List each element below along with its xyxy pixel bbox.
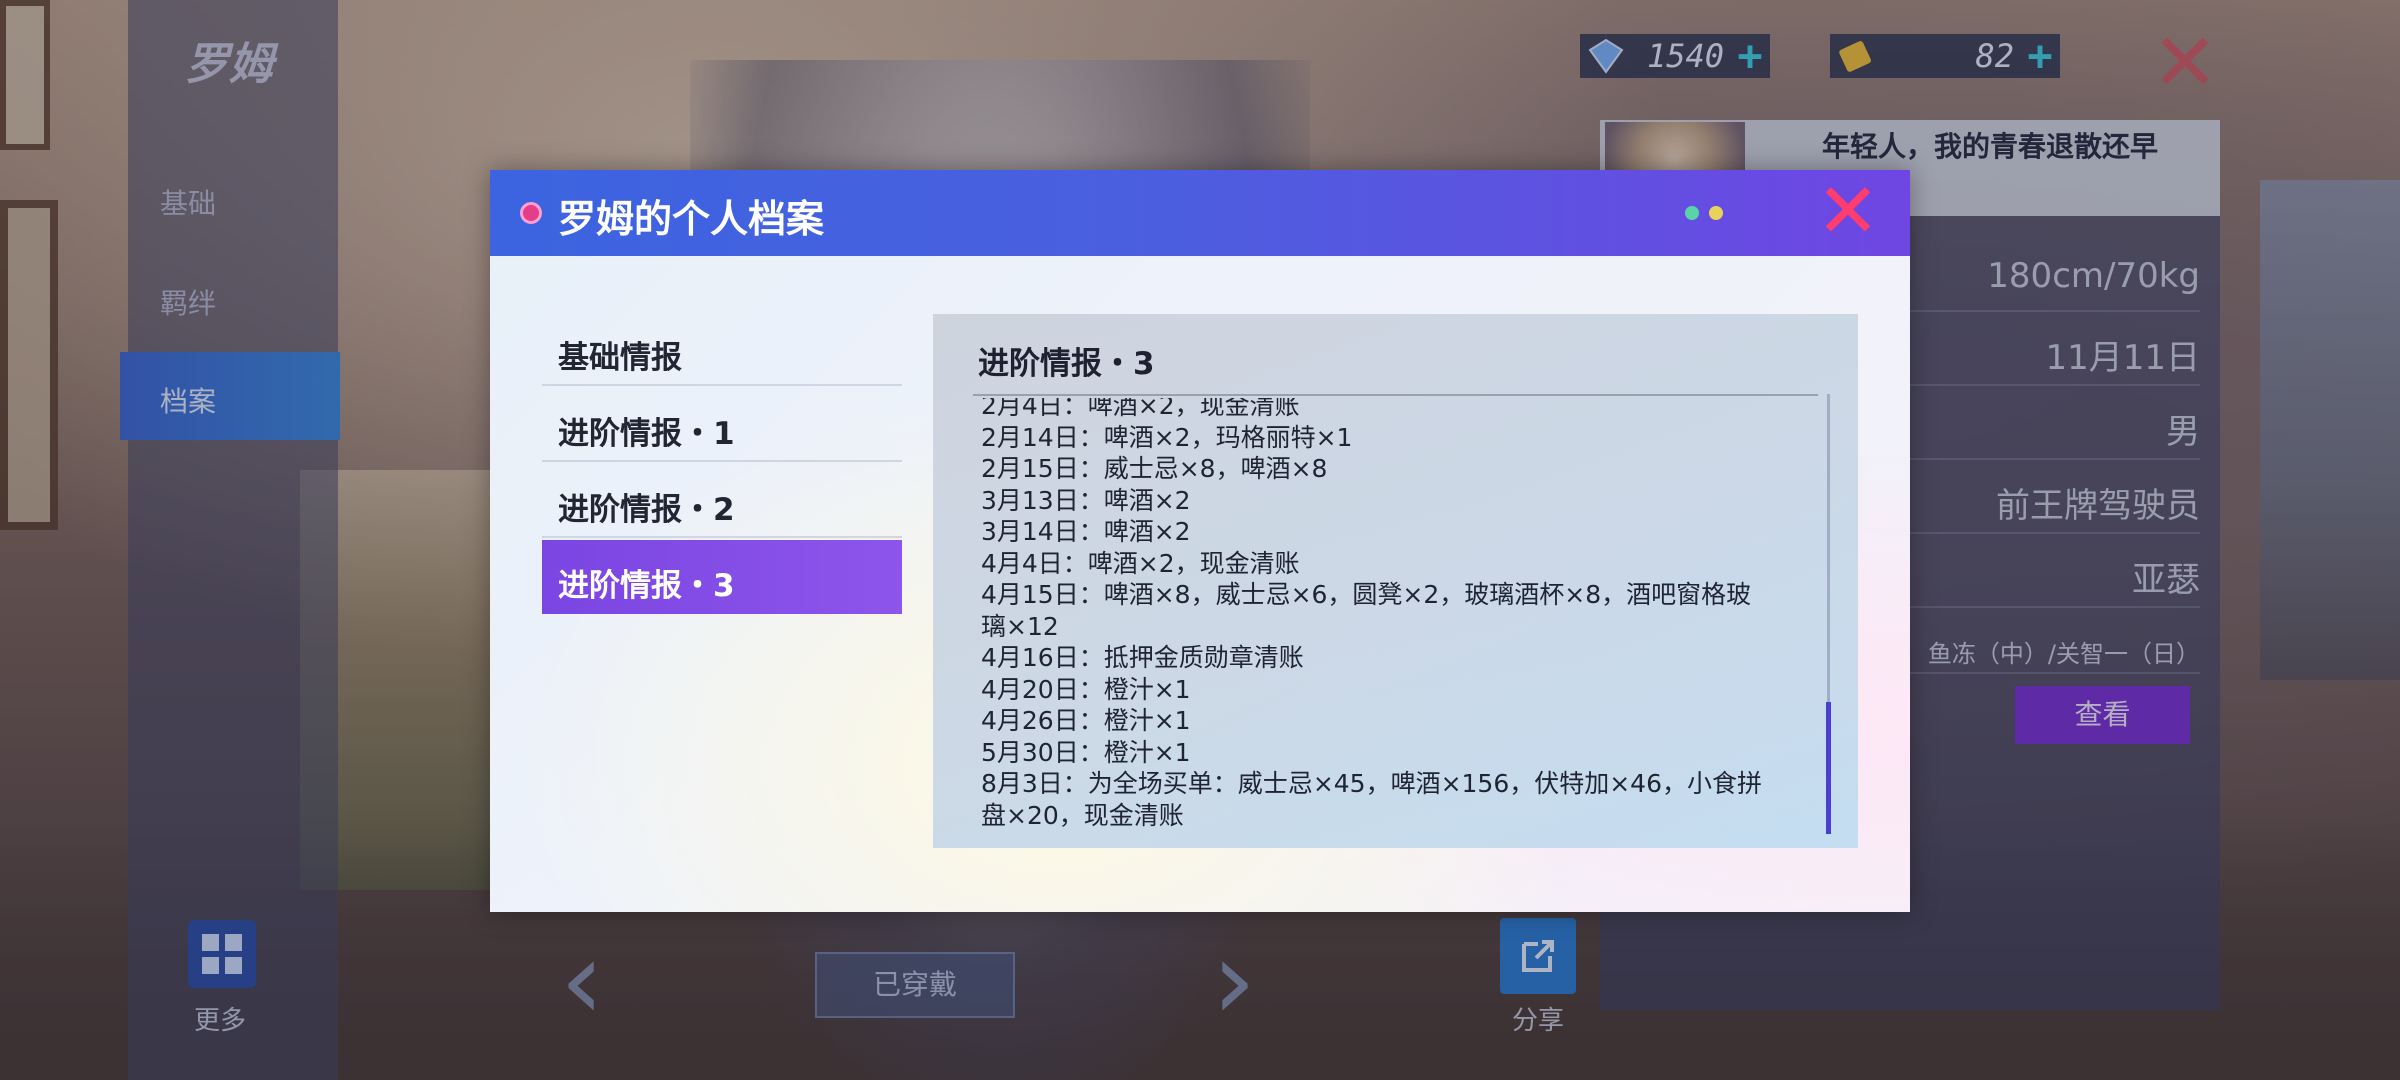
header-dot-icon xyxy=(520,202,542,224)
divider xyxy=(973,394,1818,396)
modal-close-icon[interactable]: ✕ xyxy=(1815,173,1881,249)
modal-header: 罗姆的个人档案 ✕ xyxy=(490,170,1910,256)
log-list: 2月4日：啤酒×2，现金清账 2月14日：啤酒×2，玛格丽特×1 2月15日：威士忌… xyxy=(981,398,1811,831)
content-panel: 进阶情报・3 2月4日：啤酒×2，现金清账 2月14日：啤酒×2，玛格丽特×1 2月… xyxy=(933,314,1858,848)
log-entry: 2月4日：啤酒×2，现金清账 xyxy=(981,398,1300,420)
tab-basic-info[interactable]: 基础情报 xyxy=(542,312,902,386)
log-entry: 3月13日：啤酒×2 xyxy=(981,485,1191,515)
log-entry: 4月4日：啤酒×2，现金清账 xyxy=(981,548,1300,578)
log-entry: 5月30日：橙汁×1 xyxy=(981,737,1191,767)
tab-advanced-info-1[interactable]: 进阶情报・1 xyxy=(542,388,902,462)
tab-advanced-info-2[interactable]: 进阶情报・2 xyxy=(542,464,902,538)
log-entry: 4月20日：橙汁×1 xyxy=(981,674,1191,704)
log-entry: 4月16日：抵押金质勋章清账 xyxy=(981,643,1304,672)
log-entry: 8月3日：为全场买单：威士忌×45，啤酒×156，伏特加×46，小食拼 xyxy=(981,769,1762,798)
log-entry: 2月15日：威士忌×8，啤酒×8 xyxy=(981,454,1328,483)
content-title: 进阶情报・3 xyxy=(978,346,1155,382)
log-entry: 盘×20，现金清账 xyxy=(981,800,1184,830)
log-scroll-area[interactable]: 2月4日：啤酒×2，现金清账 2月14日：啤酒×2，玛格丽特×1 2月15日：威士忌… xyxy=(981,398,1811,838)
log-entry: 2月14日：啤酒×2，玛格丽特×1 xyxy=(981,422,1353,452)
log-entry: 璃×12 xyxy=(981,611,1059,641)
decor-dots-icon xyxy=(1685,206,1723,220)
profile-archive-modal: 罗姆的个人档案 ✕ 基础情报 进阶情报・1 进阶情报・2 进阶情报・3 进阶情报… xyxy=(490,170,1910,912)
modal-title: 罗姆的个人档案 xyxy=(558,197,825,241)
log-entry: 4月15日：啤酒×8，威士忌×6，圆凳×2，玻璃酒杯×8，酒吧窗格玻 xyxy=(981,580,1752,609)
log-entry: 4月26日：橙汁×1 xyxy=(981,706,1191,735)
tab-advanced-info-3[interactable]: 进阶情报・3 xyxy=(542,540,902,614)
log-entry: 3月14日：啤酒×2 xyxy=(981,517,1191,546)
scrollbar-thumb[interactable] xyxy=(1826,702,1831,834)
